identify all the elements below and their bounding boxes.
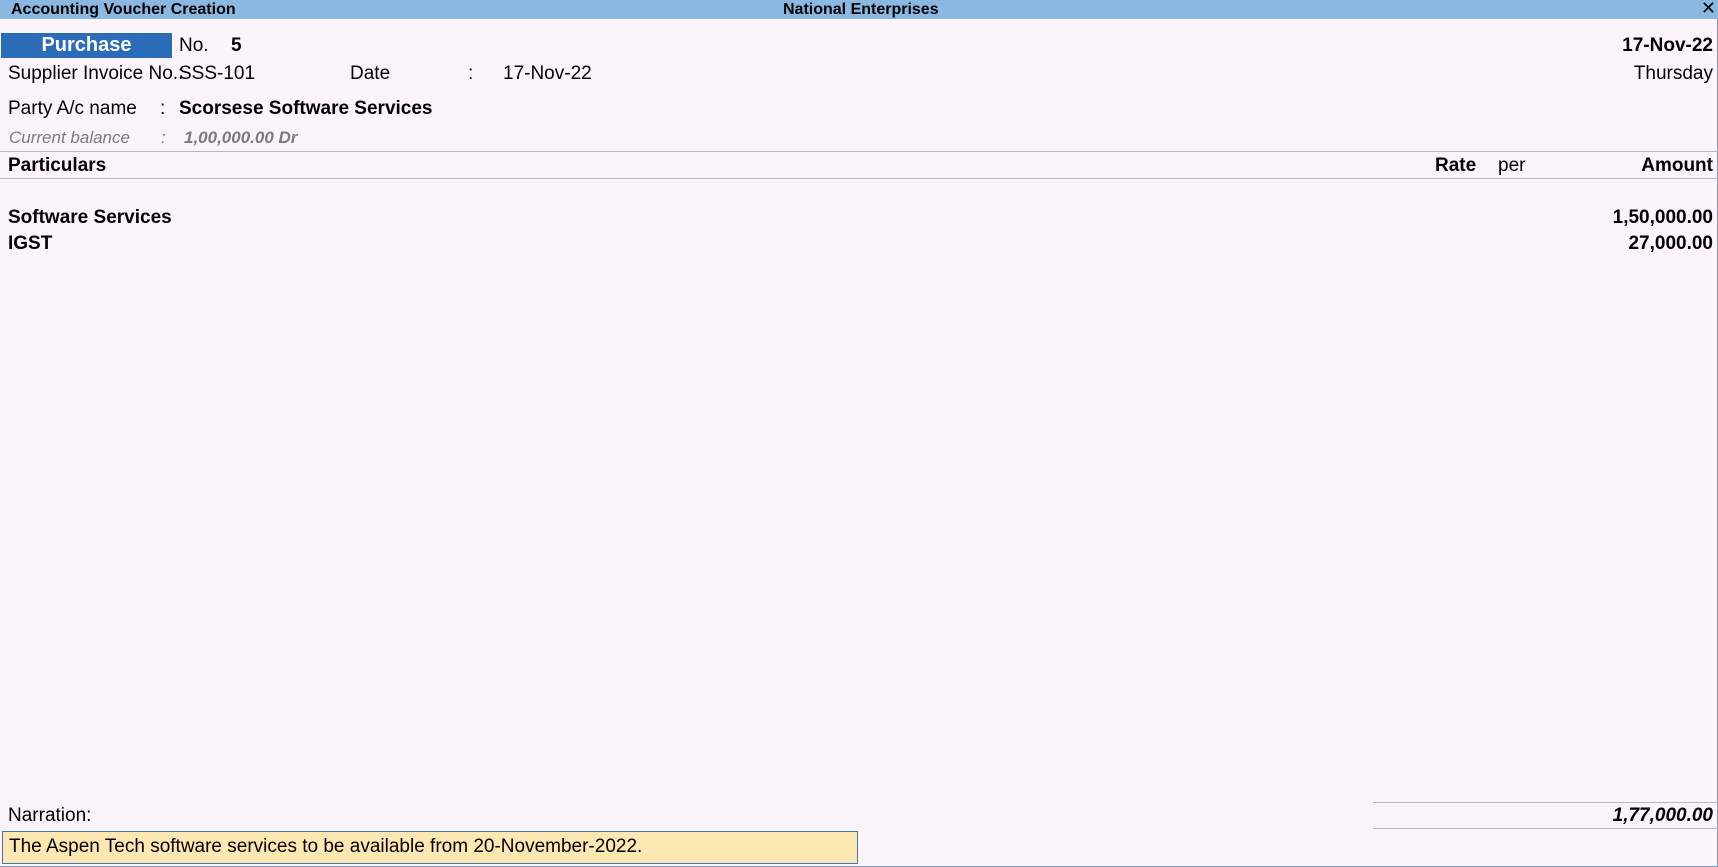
company-name: National Enterprises bbox=[783, 1, 939, 18]
narration-label: Narration: bbox=[8, 805, 92, 826]
column-header-amount: Amount bbox=[1641, 155, 1713, 176]
window-title: Accounting Voucher Creation bbox=[11, 1, 236, 18]
column-header-rate: Rate bbox=[1435, 155, 1477, 176]
invoice-date-field[interactable]: 17-Nov-22 bbox=[503, 63, 592, 85]
party-label: Party A/c name bbox=[8, 98, 137, 119]
voucher-window: Accounting Voucher Creation National Ent… bbox=[0, 0, 1718, 867]
row-particular[interactable]: Software Services bbox=[8, 207, 172, 229]
title-bar: Accounting Voucher Creation National Ent… bbox=[0, 0, 1718, 19]
total-top-border bbox=[1373, 802, 1718, 803]
table-header-top-border bbox=[0, 151, 1718, 152]
row-amount[interactable]: 27,000.00 bbox=[1628, 233, 1713, 255]
row-amount[interactable]: 1,50,000.00 bbox=[1613, 207, 1713, 229]
balance-label: Current balance bbox=[9, 128, 130, 147]
column-header-per: per bbox=[1498, 155, 1526, 176]
supplier-invoice-label: Supplier Invoice No.: bbox=[8, 63, 184, 84]
voucher-type-button[interactable]: Purchase bbox=[1, 33, 172, 58]
voucher-day: Thursday bbox=[1633, 63, 1713, 84]
party-account-field[interactable]: Scorsese Software Services bbox=[179, 98, 433, 120]
voucher-date[interactable]: 17-Nov-22 bbox=[1622, 35, 1713, 57]
party-separator: : bbox=[160, 98, 166, 119]
voucher-no-label: No. bbox=[179, 35, 209, 56]
supplier-invoice-field[interactable]: SSS-101 bbox=[179, 63, 255, 85]
total-bottom-border bbox=[1373, 828, 1718, 829]
invoice-date-separator: : bbox=[468, 63, 474, 84]
column-header-particulars: Particulars bbox=[8, 155, 107, 176]
balance-separator: : bbox=[161, 128, 166, 147]
current-balance-value: 1,00,000.00 Dr bbox=[184, 128, 298, 147]
row-particular[interactable]: IGST bbox=[8, 233, 52, 255]
close-icon[interactable]: ✕ bbox=[1701, 0, 1716, 18]
narration-field[interactable]: The Aspen Tech software services to be a… bbox=[2, 831, 858, 864]
voucher-no-value[interactable]: 5 bbox=[231, 35, 242, 57]
total-amount: 1,77,000.00 bbox=[1612, 805, 1713, 826]
invoice-date-label: Date bbox=[350, 63, 391, 84]
table-header-bottom-border bbox=[0, 178, 1718, 179]
